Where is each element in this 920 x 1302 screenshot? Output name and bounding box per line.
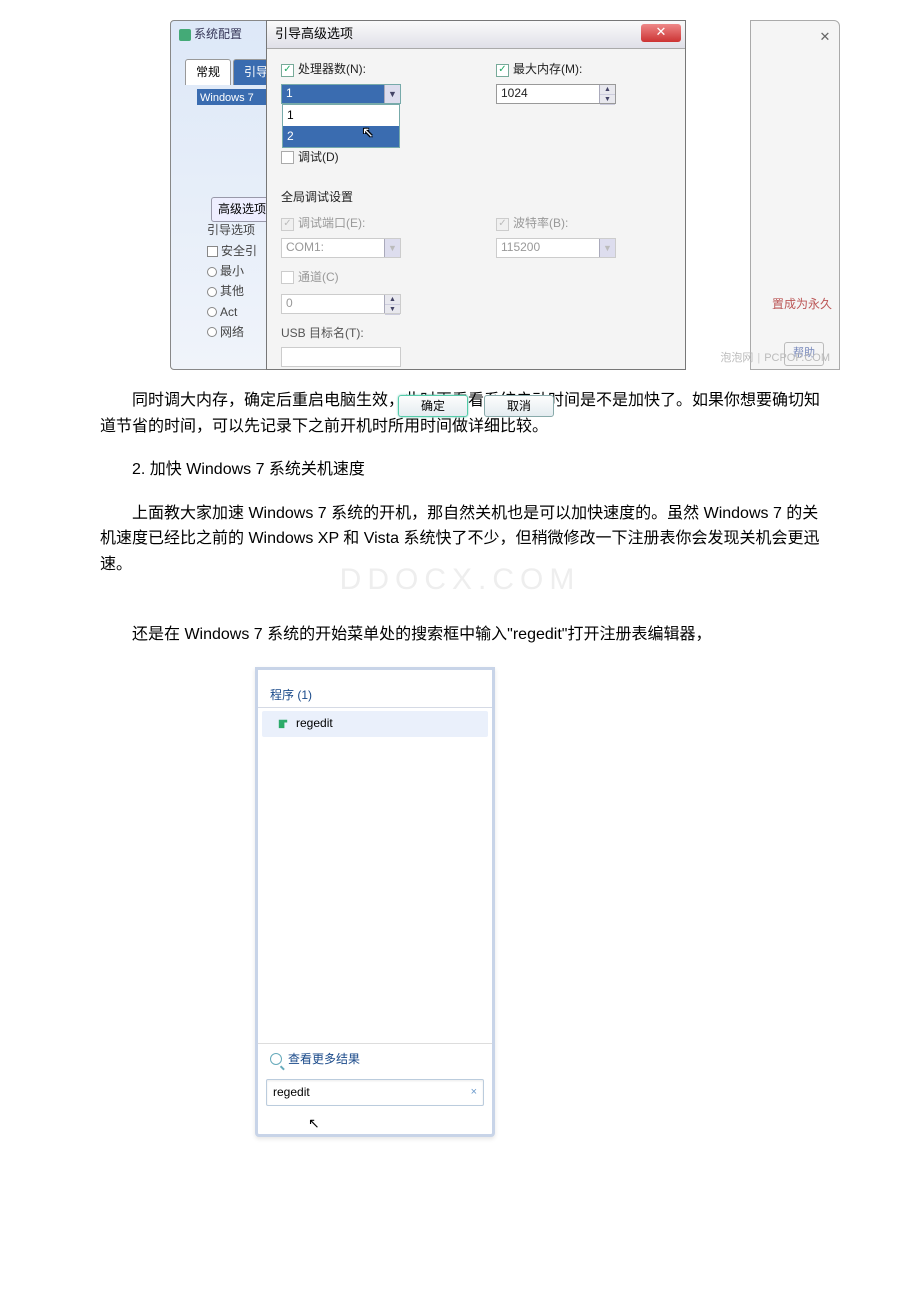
search-result-label: regedit xyxy=(296,714,333,733)
spin-down-icon[interactable]: ▼ xyxy=(600,95,615,105)
max-mem-value: 1024 xyxy=(501,84,528,103)
debug-port-checkbox: ✓调试端口(E): xyxy=(281,214,365,233)
advanced-options-button[interactable]: 高级选项 xyxy=(211,197,273,222)
dialog-titlebar: 引导高级选项 ✕ xyxy=(267,21,685,49)
debug-port-select: COM1: ▼ xyxy=(281,238,401,258)
spinner-control: ▲▼ xyxy=(384,295,400,313)
debug-checkbox[interactable]: 调试(D) xyxy=(281,148,339,167)
msconfig-close-icon[interactable]: ✕ xyxy=(815,27,835,43)
search-result-item[interactable]: regedit xyxy=(262,711,488,736)
global-debug-label: 全局调试设置 xyxy=(281,188,671,207)
check-icon: ✓ xyxy=(281,64,294,77)
max-mem-checkbox[interactable]: ✓最大内存(M): xyxy=(496,60,582,79)
msconfig-icon xyxy=(179,29,191,41)
dialog-title: 引导高级选项 xyxy=(275,24,353,45)
search-category-header: 程序 (1) xyxy=(258,684,492,708)
channel-checkbox: 通道(C) xyxy=(281,268,339,287)
channel-input: 0 ▲▼ xyxy=(281,294,401,314)
search-input-value: regedit xyxy=(273,1083,310,1102)
cpu-count-select[interactable]: 1 ▼ 1 2 ↖ xyxy=(281,84,401,104)
clear-search-icon[interactable]: × xyxy=(471,1084,477,1102)
cpu-option-2[interactable]: 2 xyxy=(283,126,399,147)
ok-button[interactable]: 确定 xyxy=(398,395,468,417)
screenshot-watermark: 泡泡网|PCPOP.COM xyxy=(720,350,830,368)
baud-select: 115200 ▼ xyxy=(496,238,616,258)
see-more-results[interactable]: 查看更多结果 xyxy=(258,1043,492,1079)
paragraph-4: 还是在 Windows 7 系统的开始菜单处的搜索框中输入"regedit"打开… xyxy=(100,622,820,648)
baud-value: 115200 xyxy=(501,238,540,257)
checkbox-icon: ✓ xyxy=(496,218,509,231)
paragraph-2: 2. 加快 Windows 7 系统关机速度 xyxy=(100,457,820,483)
debug-port-value: COM1: xyxy=(286,238,324,257)
safeboot-checkbox[interactable] xyxy=(207,246,218,257)
msconfig-bg-dialog: 系统配置 常规 引导 Windows 7 高级选项 引导选项 安全引 最小 其他… xyxy=(170,20,280,370)
checkbox-icon: ✓ xyxy=(281,218,294,231)
spin-down-icon: ▼ xyxy=(385,305,400,315)
msconfig-screenshot: 系统配置 常规 引导 Windows 7 高级选项 引导选项 安全引 最小 其他… xyxy=(170,20,750,370)
msconfig-bg-right: ✕ xyxy=(750,20,840,370)
max-mem-input[interactable]: 1024 ▲▼ xyxy=(496,84,616,104)
boot-options-label: 引导选项 xyxy=(207,221,255,240)
start-menu-panel: 程序 (1) regedit 查看更多结果 regedit × ↖ xyxy=(255,667,495,1137)
cancel-button[interactable]: 取消 xyxy=(484,395,554,417)
chevron-down-icon: ▼ xyxy=(599,239,615,257)
radio-minimal[interactable] xyxy=(207,267,217,277)
msconfig-title: 系统配置 xyxy=(179,25,242,44)
chevron-down-icon: ▼ xyxy=(384,239,400,257)
checkbox-icon xyxy=(281,271,294,284)
check-icon: ✓ xyxy=(496,64,509,77)
cursor-icon: ↖ xyxy=(362,121,374,143)
tab-general[interactable]: 常规 xyxy=(185,59,231,85)
baud-checkbox: ✓波特率(B): xyxy=(496,214,568,233)
see-more-label: 查看更多结果 xyxy=(288,1050,360,1069)
checkbox-icon xyxy=(281,151,294,164)
search-icon xyxy=(270,1053,282,1065)
usb-target-label: USB 目标名(T): xyxy=(281,324,456,343)
channel-value: 0 xyxy=(286,294,293,313)
close-button[interactable]: ✕ xyxy=(641,24,681,42)
paragraph-3: 上面教大家加速 Windows 7 系统的开机，那自然关机也是可以加快速度的。虽… xyxy=(100,501,820,578)
cursor-icon: ↖ xyxy=(308,1112,492,1134)
cpu-option-1[interactable]: 1 xyxy=(283,105,399,126)
dialog-button-row: 确定 取消 xyxy=(267,395,685,427)
cpu-count-checkbox[interactable]: ✓处理器数(N): xyxy=(281,60,366,79)
spin-up-icon: ▲ xyxy=(385,295,400,305)
msconfig-tabs: 常规 引导 xyxy=(185,59,279,85)
cpu-count-value: 1 xyxy=(286,84,293,103)
usb-target-input xyxy=(281,347,401,367)
radio-network[interactable] xyxy=(207,327,217,337)
start-search-input[interactable]: regedit × xyxy=(266,1079,484,1106)
radio-other[interactable] xyxy=(207,287,217,297)
radio-active[interactable] xyxy=(207,307,217,317)
os-list-selected[interactable]: Windows 7 xyxy=(197,89,267,105)
regedit-icon xyxy=(276,717,290,731)
results-spacer xyxy=(258,737,492,1037)
spinner-control[interactable]: ▲▼ xyxy=(599,85,615,103)
cpu-count-dropdown: 1 2 xyxy=(282,104,400,148)
spin-up-icon[interactable]: ▲ xyxy=(600,85,615,95)
make-permanent-label: 置成为永久 xyxy=(772,295,832,314)
boot-advanced-dialog: 引导高级选项 ✕ ✓处理器数(N): 1 ▼ 1 2 ↖ xyxy=(266,20,686,370)
chevron-down-icon: ▼ xyxy=(384,85,400,103)
boot-options-group: 安全引 最小 其他 Act 网络 xyxy=(207,241,257,343)
